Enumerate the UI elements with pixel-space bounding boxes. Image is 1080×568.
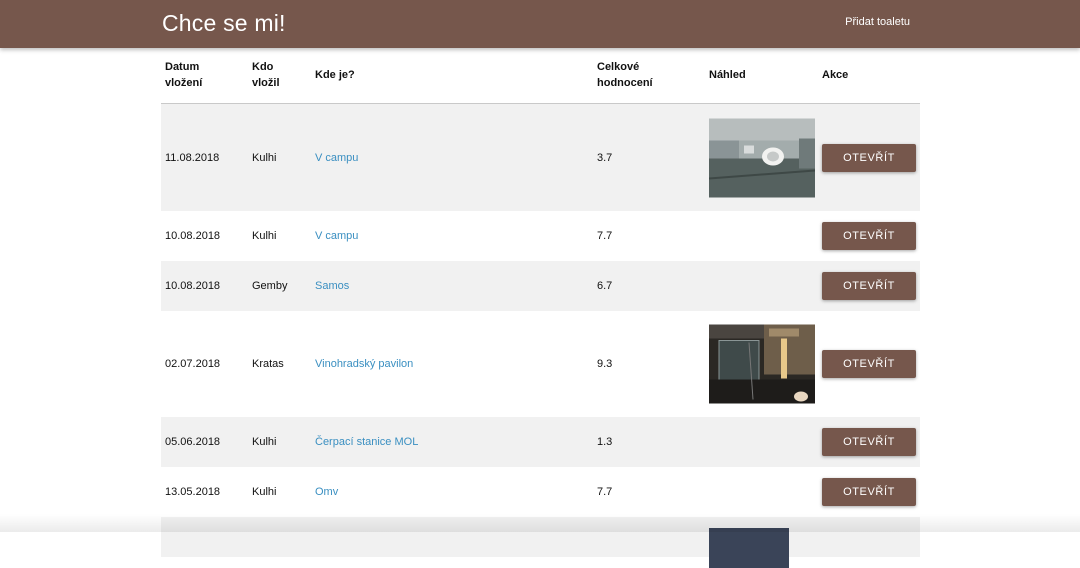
open-button[interactable]: OTEVŘÍT: [822, 222, 916, 250]
table-header: Datum vložení Kdo vložil Kde je? Celkové…: [161, 48, 920, 104]
partial-photo-thumbnail[interactable]: [709, 528, 789, 568]
header-action: Akce: [822, 69, 849, 81]
toilets-table: Datum vložení Kdo vložil Kde je? Celkové…: [161, 48, 920, 568]
row-user: Kratas: [252, 358, 284, 370]
open-button[interactable]: OTEVŘÍT: [822, 428, 916, 456]
header-score: Celkové hodnocení: [597, 61, 653, 89]
row-date: 13.05.2018: [165, 486, 221, 498]
row-score: 3.7: [597, 151, 613, 164]
row-user: Gemby: [252, 280, 288, 292]
toilet-photo-thumbnail[interactable]: [709, 118, 815, 197]
row-score: 7.7: [597, 230, 613, 242]
row-score: 6.7: [597, 280, 613, 292]
row-place-link[interactable]: Čerpací stanice MOL: [315, 436, 418, 448]
top-navbar: Chce se mi! Přidat toaletu: [0, 0, 1080, 48]
row-date: 02.07.2018: [165, 358, 221, 370]
table-row: 05.06.2018 Kulhi Čerpací stanice MOL 1.3…: [161, 417, 920, 467]
row-date: 10.08.2018: [165, 280, 221, 292]
open-button[interactable]: OTEVŘÍT: [822, 478, 916, 506]
row-place-link[interactable]: V campu: [315, 152, 358, 164]
row-date: 11.08.2018: [165, 151, 220, 164]
row-place-link[interactable]: Samos: [315, 280, 349, 292]
row-date: 05.06.2018: [165, 436, 221, 448]
row-user: Kulhi: [252, 436, 277, 448]
row-place-link[interactable]: Omv: [315, 486, 338, 498]
row-place-link[interactable]: V campu: [315, 230, 358, 242]
open-button[interactable]: OTEVŘÍT: [822, 350, 916, 378]
table-row: 11.08.2018 Kulhi V campu 3.7 OTEVŘÍT: [161, 104, 920, 211]
table-row: 10.08.2018 Gemby Samos 6.7 OTEVŘÍT: [161, 261, 920, 311]
brand-title[interactable]: Chce se mi!: [162, 10, 286, 37]
add-toilet-link[interactable]: Přidat toaletu: [845, 16, 910, 28]
row-date: 10.08.2018: [165, 230, 221, 242]
table-row: 13.05.2018 Kulhi Omv 7.7 OTEVŘÍT: [161, 467, 920, 517]
header-place: Kde je?: [315, 69, 355, 81]
table-row: 02.07.2018 Kratas Vinohradský pavilon 9.…: [161, 311, 920, 417]
header-date: Datum vložení: [165, 61, 203, 89]
header-user: Kdo vložil: [252, 61, 280, 89]
row-score: 9.3: [597, 358, 613, 370]
open-button[interactable]: OTEVŘÍT: [822, 272, 916, 300]
open-button[interactable]: OTEVŘÍT: [822, 143, 916, 172]
header-preview: Náhled: [709, 69, 746, 81]
row-place-link[interactable]: Vinohradský pavilon: [315, 358, 413, 370]
restroom-photo-thumbnail[interactable]: [709, 324, 815, 404]
row-user: Kulhi: [252, 230, 277, 242]
row-score: 1.3: [597, 436, 613, 448]
row-user: Kulhi: [252, 486, 277, 498]
table-row-partial: [161, 517, 920, 568]
table-row: 10.08.2018 Kulhi V campu 7.7 OTEVŘÍT: [161, 211, 920, 261]
row-user: Kulhi: [252, 151, 277, 164]
row-score: 7.7: [597, 486, 613, 498]
